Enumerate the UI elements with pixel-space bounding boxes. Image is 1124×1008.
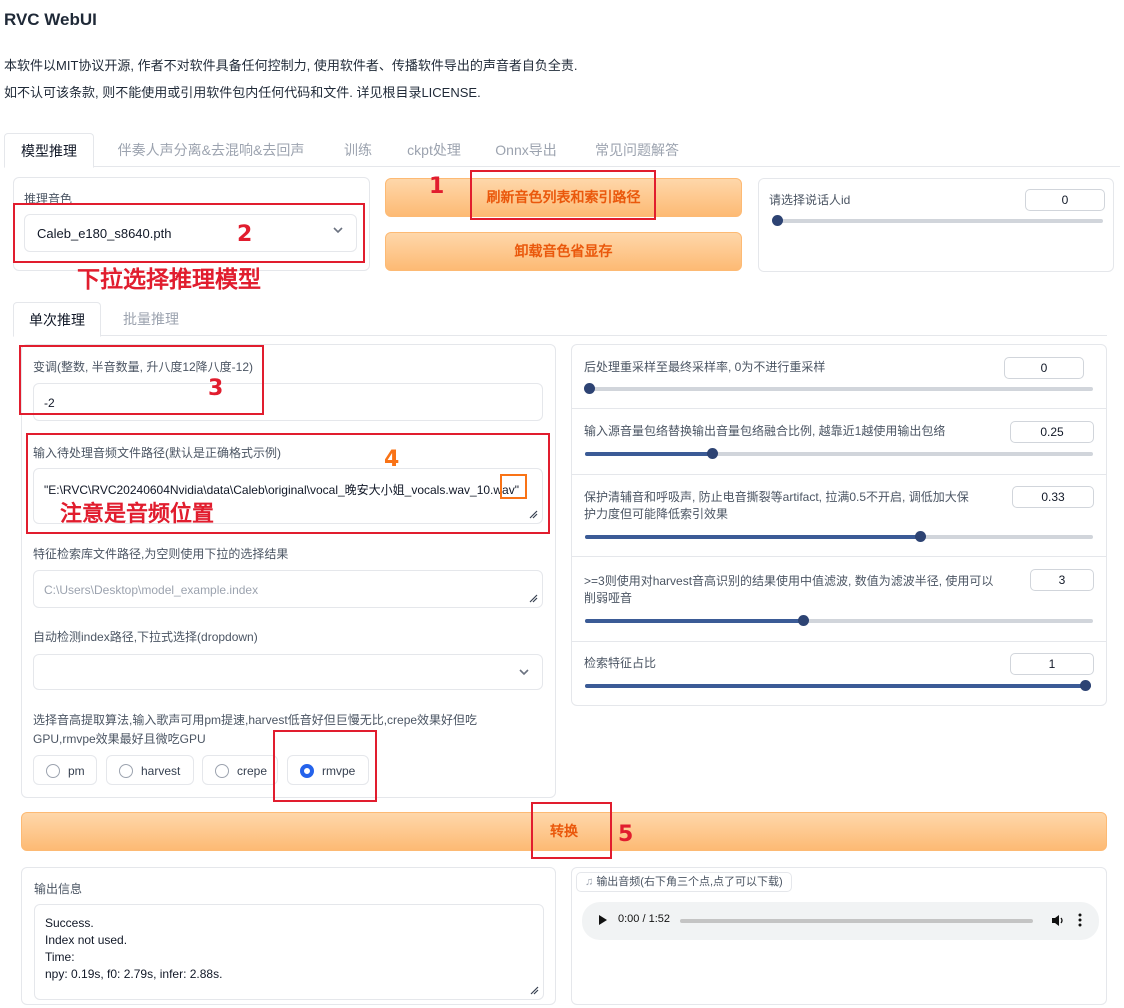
radio-harvest-dot	[119, 764, 133, 778]
index-rate-slider-thumb[interactable]	[1080, 680, 1091, 691]
output-line: Time:	[45, 950, 75, 964]
tab-train[interactable]: 训练	[330, 133, 386, 167]
volume-icon[interactable]	[1051, 914, 1065, 930]
audio-progress[interactable]	[680, 919, 1033, 923]
f0-label-line2: GPU,rmvpe效果最好且微吃GPU	[33, 732, 206, 746]
output-info-text: Success. Index not used. Time: npy: 0.19…	[45, 915, 222, 983]
speaker-label: 请选择说话人id	[769, 193, 851, 207]
radio-pm-dot	[46, 764, 60, 778]
output-audio-panel: ♫ 输出音频(右下角三个点,点了可以下载) 0:00 / 1:52	[571, 867, 1107, 1005]
index-path-field[interactable]: C:\Users\Desktop\model_example.index	[33, 570, 543, 608]
radio-harvest[interactable]: harvest	[106, 755, 194, 785]
resample-slider-thumb[interactable]	[584, 383, 595, 394]
rms-slider[interactable]	[585, 448, 1093, 459]
protect-label-line1: 保护清辅音和呼吸声, 防止电音撕裂等artifact, 拉满0.5不开启, 调低…	[584, 490, 969, 504]
divider	[572, 641, 1106, 642]
tab-batch-inference[interactable]: 批量推理	[107, 302, 195, 336]
annotation-box-2	[13, 203, 365, 263]
radio-crepe-dot	[215, 764, 229, 778]
filter-label-line1: >=3则使用对harvest音高识别的结果使用中值滤波, 数值为滤波半径, 使用…	[584, 574, 994, 588]
radio-crepe[interactable]: crepe	[202, 755, 278, 785]
annotation-number-5: 5	[618, 822, 634, 847]
radio-pm[interactable]: pm	[33, 755, 97, 785]
output-info-box[interactable]: Success. Index not used. Time: npy: 0.19…	[34, 904, 544, 1000]
output-line: npy: 0.19s, f0: 2.79s, infer: 2.88s.	[45, 967, 223, 981]
output-line: Index not used.	[45, 933, 128, 947]
tab-onnx[interactable]: Onnx导出	[484, 133, 568, 167]
divider	[572, 556, 1106, 557]
music-note-icon: ♫	[585, 876, 594, 888]
index-rate-slider-fill	[585, 684, 1091, 688]
annotation-text-2: 下拉选择推理模型	[77, 267, 261, 293]
filter-radius-input[interactable]: 3	[1030, 569, 1094, 591]
divider	[572, 474, 1106, 475]
index-rate-slider[interactable]	[585, 680, 1091, 691]
annotation-number-4: 4	[384, 447, 400, 472]
speaker-id-input[interactable]: 0	[1025, 189, 1105, 211]
chevron-down-icon	[518, 666, 530, 681]
tab-faq[interactable]: 常见问题解答	[578, 133, 696, 167]
tab-separation[interactable]: 伴奏人声分离&去混响&去回声	[102, 133, 320, 167]
unload-model-button[interactable]: 卸载音色省显存	[385, 232, 742, 271]
auto-index-label: 自动检测index路径,下拉式选择(dropdown)	[33, 630, 258, 644]
filter-label-line2: 削弱哑音	[584, 591, 633, 605]
annotation-box-1	[470, 170, 656, 220]
radio-harvest-label: harvest	[141, 764, 181, 778]
output-audio-label: 输出音频(右下角三个点,点了可以下载)	[596, 876, 783, 888]
app-title: RVC WebUI	[4, 10, 97, 29]
annotation-number-3: 3	[208, 376, 224, 401]
right-settings-panel	[571, 344, 1107, 706]
protect-slider[interactable]	[585, 531, 1093, 542]
resize-handle-icon[interactable]	[528, 593, 538, 603]
radio-pm-label: pm	[68, 764, 85, 778]
output-line: Success.	[45, 916, 94, 930]
f0-label-line1: 选择音高提取算法,输入歌声可用pm提速,harvest低音好但巨慢无比,crep…	[33, 713, 478, 727]
tab-ckpt[interactable]: ckpt处理	[394, 133, 474, 167]
speaker-slider[interactable]	[772, 215, 1103, 226]
output-info-panel: 输出信息 Success. Index not used. Time: npy:…	[21, 867, 556, 1005]
license-line-1: 本软件以MIT协议开源, 作者不对软件具备任何控制力, 使用软件者、传播软件导出…	[4, 58, 578, 73]
rms-slider-fill	[585, 452, 712, 456]
rms-input[interactable]: 0.25	[1010, 421, 1094, 443]
resample-slider[interactable]	[584, 383, 1093, 394]
resample-label: 后处理重采样至最终采样率, 0为不进行重采样	[584, 360, 826, 374]
sub-tabbar: 单次推理 批量推理	[13, 302, 1107, 337]
radio-crepe-label: crepe	[237, 764, 268, 778]
output-audio-label-badge: ♫ 输出音频(右下角三个点,点了可以下载)	[576, 872, 792, 892]
protect-label-line2: 护力度但可能降低索引效果	[584, 507, 729, 521]
audio-player[interactable]: 0:00 / 1:52	[582, 902, 1099, 940]
output-info-label: 输出信息	[34, 882, 83, 896]
rms-slider-thumb[interactable]	[707, 448, 718, 459]
divider	[572, 408, 1106, 409]
speaker-panel: 请选择说话人id 0	[758, 178, 1114, 272]
speaker-slider-thumb[interactable]	[772, 215, 783, 226]
annotation-box-5	[531, 802, 612, 859]
annotation-box-rmvpe	[273, 730, 377, 802]
tab-inference[interactable]: 模型推理	[4, 133, 94, 168]
auto-index-dropdown[interactable]	[33, 654, 543, 690]
more-options-icon[interactable]	[1078, 913, 1082, 930]
rms-label: 输入源音量包络替换输出音量包络融合比例, 越靠近1越使用输出包络	[584, 424, 946, 438]
index-path-placeholder: C:\Users\Desktop\model_example.index	[44, 583, 259, 597]
resample-input[interactable]: 0	[1004, 357, 1084, 379]
resize-handle-icon[interactable]	[529, 985, 539, 995]
play-icon[interactable]	[598, 914, 608, 929]
filter-radius-slider[interactable]	[585, 615, 1093, 626]
index-rate-input[interactable]: 1	[1010, 653, 1094, 675]
annotation-highlight-extension	[500, 474, 527, 499]
audio-time: 0:00 / 1:52	[618, 913, 670, 925]
tab-single-inference[interactable]: 单次推理	[13, 302, 101, 337]
annotation-text-4: 注意是音频位置	[60, 502, 215, 527]
annotation-box-3	[19, 345, 264, 415]
protect-slider-fill	[585, 535, 921, 539]
annotation-number-1: 1	[429, 174, 445, 199]
filter-slider-fill	[585, 619, 804, 623]
license-line-2: 如不认可该条款, 则不能使用或引用软件包内任何代码和文件. 详见根目录LICEN…	[4, 85, 481, 100]
annotation-number-2: 2	[237, 222, 253, 247]
index-path-label: 特征检索库文件路径,为空则使用下拉的选择结果	[33, 547, 289, 561]
protect-input[interactable]: 0.33	[1012, 486, 1094, 508]
main-tabbar: 模型推理 伴奏人声分离&去混响&去回声 训练 ckpt处理 Onnx导出 常见问…	[4, 133, 1120, 168]
index-rate-label: 检索特征占比	[584, 656, 657, 670]
